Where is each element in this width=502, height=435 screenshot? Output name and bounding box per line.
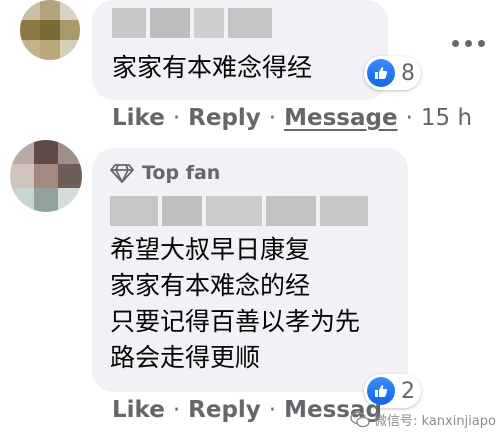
- thumbs-up-icon: [367, 59, 395, 87]
- comment-line: 希望大叔早日康复: [110, 235, 311, 264]
- comment-line: 只要记得百善以孝为先: [110, 307, 361, 336]
- like-action[interactable]: Like: [112, 397, 165, 423]
- message-action[interactable]: Message: [284, 105, 397, 131]
- reaction-count: 8: [401, 60, 415, 86]
- comment-bubble: 家家有本难念得经: [92, 0, 388, 100]
- reaction-count: 2: [401, 378, 415, 404]
- watermark: 微信号: kanxinjiapo: [350, 410, 496, 429]
- top-fan-badge[interactable]: Top fan: [110, 162, 220, 184]
- blurred-commenter-name[interactable]: [112, 8, 272, 38]
- comment-line: 路会走得更顺: [110, 343, 261, 372]
- wechat-icon: [350, 411, 370, 427]
- separator-dot: ·: [172, 397, 181, 423]
- reaction-count-badge[interactable]: 8: [364, 56, 421, 90]
- comment-actions: Like · Reply · Message · 15 h: [112, 105, 472, 131]
- separator-dot: ·: [172, 105, 181, 131]
- separator-dot: ·: [268, 397, 277, 423]
- comment-actions: Like · Reply · Messag: [112, 397, 382, 423]
- comment-bubble: Top fan 希望大叔早日康复 家家有本难念的经 只要记得百善以孝为先 路会走…: [92, 148, 408, 392]
- watermark-text: 微信号: kanxinjiapo: [374, 414, 496, 429]
- comment-line: 家家有本难念的经: [110, 271, 311, 300]
- reply-action[interactable]: Reply: [188, 105, 261, 131]
- separator-dot: ·: [268, 105, 277, 131]
- timestamp[interactable]: 15 h: [421, 105, 472, 131]
- commenter-avatar[interactable]: [10, 140, 82, 212]
- more-options-icon[interactable]: [452, 40, 485, 47]
- top-fan-label: Top fan: [142, 162, 221, 184]
- reply-action[interactable]: Reply: [188, 397, 261, 423]
- blurred-commenter-name[interactable]: [110, 196, 368, 226]
- separator-dot: ·: [405, 105, 413, 131]
- commenter-avatar[interactable]: [20, 0, 80, 60]
- comment-text: 家家有本难念得经: [112, 53, 313, 82]
- diamond-icon: [110, 164, 134, 183]
- like-action[interactable]: Like: [112, 105, 165, 131]
